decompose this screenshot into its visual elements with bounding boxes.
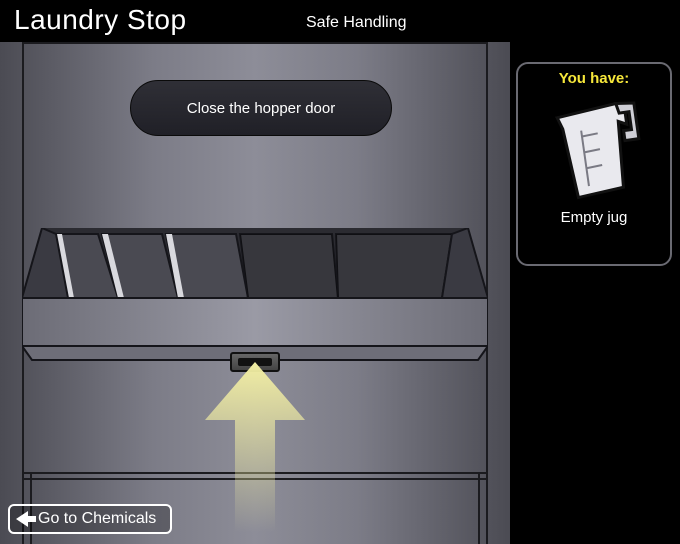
instruction-banner: Close the hopper door [130,80,392,136]
jug-icon[interactable] [544,95,644,205]
arrow-left-icon [16,511,36,527]
arrow-up-icon [205,362,305,532]
instruction-text: Close the hopper door [187,100,335,117]
inventory-panel: You have: Empty jug [516,62,672,266]
machine-seam [478,472,480,544]
game-stage: Laundry Stop Safe Handling [0,0,680,544]
hopper-icon [22,228,488,368]
machine-edge [22,42,488,44]
nav-back-label: Go to Chemicals [38,510,156,528]
go-to-chemicals-button[interactable]: Go to Chemicals [8,504,172,534]
inventory-heading: You have: [518,70,670,87]
inventory-item-label: Empty jug [518,209,670,226]
app-title: Laundry Stop [14,4,187,36]
hopper-door[interactable] [22,228,488,368]
module-subtitle: Safe Handling [306,14,407,32]
